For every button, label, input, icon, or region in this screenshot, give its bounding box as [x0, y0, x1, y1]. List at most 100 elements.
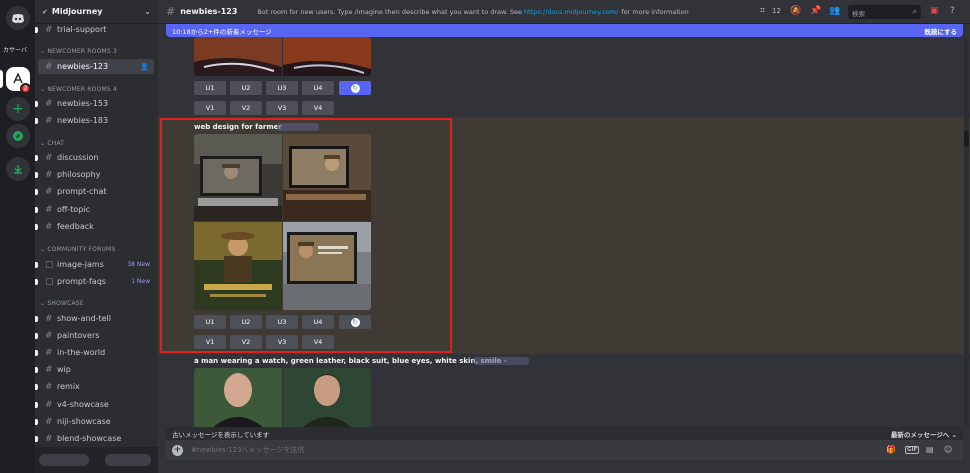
- attach-plus-icon[interactable]: +: [172, 444, 183, 456]
- new-messages-banner[interactable]: 10:18から2+件の新着メッセージ 既読にする: [166, 24, 963, 37]
- hash-icon: #: [45, 186, 53, 197]
- search-icon: ⌕: [912, 7, 917, 16]
- variation-3-button[interactable]: V3: [266, 101, 298, 115]
- blurred-mention: [473, 357, 529, 365]
- blurred-controls[interactable]: [105, 454, 151, 466]
- channel-title: newbies-123: [180, 7, 238, 16]
- unread-pill: [35, 366, 38, 373]
- hash-icon: #: [45, 61, 53, 72]
- unread-pill: [35, 278, 38, 285]
- scrollbar-thumb[interactable]: [964, 131, 969, 147]
- unread-pill: [35, 383, 38, 390]
- members-icon[interactable]: 👥: [829, 6, 840, 16]
- upscale-1-button[interactable]: U1: [194, 81, 226, 95]
- channel-newbies-153[interactable]: # newbies-153: [35, 96, 154, 111]
- hash-icon: #: [45, 152, 53, 163]
- topic-link[interactable]: https://docs.midjourney.com/: [524, 8, 618, 16]
- unread-pill: [35, 418, 38, 425]
- channel-topic[interactable]: Bot room for new users. Type /imagine th…: [257, 8, 522, 16]
- unread-pill: [35, 154, 38, 161]
- user-panel: [35, 447, 158, 473]
- gift-icon[interactable]: 🎁: [886, 445, 896, 454]
- channel-image-jams[interactable]: ▢ image-jams 38 New: [35, 257, 154, 272]
- category-showcase[interactable]: ⌄ SHOWCASE: [40, 300, 84, 307]
- hash-icon: #: [166, 5, 176, 18]
- server-label[interactable]: カサーバ: [3, 45, 27, 54]
- hash-icon: #: [45, 98, 53, 109]
- forum-icon: ▢: [45, 259, 54, 270]
- channel-trial-support[interactable]: # trial-support: [35, 22, 154, 37]
- chevron-down-icon[interactable]: ⌄: [144, 7, 151, 16]
- channel-show-and-tell[interactable]: # show-and-tell: [35, 311, 154, 326]
- new-posts-badge: 1 New: [131, 278, 150, 285]
- threads-icon[interactable]: ⌗: [760, 6, 765, 16]
- unread-pill: [35, 435, 38, 442]
- generated-image-grid-1[interactable]: [194, 37, 371, 76]
- channel-newbies-183[interactable]: # newbies-183: [35, 113, 154, 128]
- channel-wip[interactable]: # wip: [35, 362, 154, 377]
- variation-4-button[interactable]: V4: [302, 101, 334, 115]
- category-newcomer-rooms-4[interactable]: ⌄ NEWCOMER ROOMS 4: [40, 86, 117, 93]
- help-icon[interactable]: ?: [950, 6, 955, 16]
- category-newcomer-rooms-3[interactable]: ⌄ NEWCOMER ROOMS 3: [40, 48, 117, 55]
- composer-placeholder[interactable]: #newbies-123へメッセージを送信: [191, 445, 304, 455]
- message-prompt: a man wearing a watch, green leather, bl…: [194, 357, 507, 365]
- new-messages-text: 10:18から2+件の新着メッセージ: [172, 27, 272, 36]
- channel-discussion[interactable]: # discussion: [35, 150, 154, 165]
- reroll-button[interactable]: ↻: [339, 81, 371, 95]
- forum-icon: ▢: [45, 276, 54, 287]
- channel-prompt-faqs[interactable]: ▢ prompt-faqs 1 New: [35, 274, 154, 289]
- channel-philosophy[interactable]: # philosophy: [35, 167, 154, 182]
- jump-to-latest-button[interactable]: 最新のメッセージへ ⌄: [891, 429, 957, 439]
- red-highlight-frame: [160, 118, 452, 353]
- add-member-icon[interactable]: 👤: [140, 63, 149, 71]
- channel-newbies-123[interactable]: # newbies-123 👤: [38, 59, 154, 74]
- mute-bell-icon[interactable]: 🔕: [790, 6, 801, 16]
- emoji-icon[interactable]: ☺: [944, 445, 952, 454]
- hash-icon: #: [45, 416, 53, 427]
- inbox-icon[interactable]: ▣: [930, 6, 939, 16]
- guild-name: Midjourney: [51, 7, 103, 16]
- hash-icon: #: [45, 313, 53, 324]
- hash-icon: #: [45, 115, 53, 126]
- category-community-forums[interactable]: ⌄ COMMUNITY FORUMS: [40, 246, 115, 253]
- mark-as-read-button[interactable]: 既読にする: [924, 26, 957, 36]
- channel-paintovers[interactable]: # paintovers: [35, 328, 154, 343]
- refresh-icon: ↻: [350, 83, 360, 93]
- channel-niji-showcase[interactable]: # niji-showcase: [35, 414, 154, 429]
- discord-home-icon[interactable]: [6, 6, 30, 30]
- channel-feedback[interactable]: # feedback: [35, 219, 154, 234]
- hash-icon: #: [45, 204, 53, 215]
- generated-image-grid-3[interactable]: [194, 368, 371, 428]
- unread-pill: [35, 171, 38, 178]
- pin-icon[interactable]: 📌: [810, 6, 821, 16]
- blurred-username[interactable]: [39, 454, 89, 466]
- gif-button[interactable]: GIF: [905, 446, 920, 454]
- channel-remix[interactable]: # remix: [35, 379, 154, 394]
- upscale-2-button[interactable]: U2: [230, 81, 262, 95]
- channel-in-the-world[interactable]: # in-the-world: [35, 345, 154, 360]
- sticker-icon[interactable]: ▤: [926, 445, 934, 454]
- add-server-icon[interactable]: +: [6, 97, 30, 121]
- guild-header[interactable]: ✔ Midjourney ⌄: [35, 0, 158, 24]
- channel-prompt-chat[interactable]: # prompt-chat: [35, 184, 154, 199]
- channel-blend-showcase[interactable]: # blend-showcase: [35, 431, 154, 446]
- upscale-4-button[interactable]: U4: [302, 81, 334, 95]
- unread-pill: [35, 206, 38, 213]
- new-posts-badge: 38 New: [127, 261, 150, 268]
- channel-off-topic[interactable]: # off-topic: [35, 202, 154, 217]
- thread-count: 12: [772, 7, 781, 15]
- hash-icon: #: [45, 221, 53, 232]
- unread-pill: [35, 117, 38, 124]
- variation-2-button[interactable]: V2: [230, 101, 262, 115]
- scrollbar-track[interactable]: [964, 38, 969, 428]
- search-input[interactable]: 検索 ⌕: [848, 5, 921, 19]
- explore-icon[interactable]: [6, 124, 30, 148]
- channel-v4-showcase[interactable]: # v4-showcase: [35, 397, 154, 412]
- category-chat[interactable]: ⌄ CHAT: [40, 140, 64, 147]
- unread-pill: [35, 223, 38, 230]
- message-composer[interactable]: + #newbies-123へメッセージを送信: [166, 440, 963, 460]
- upscale-3-button[interactable]: U3: [266, 81, 298, 95]
- download-icon[interactable]: [6, 157, 30, 181]
- variation-1-button[interactable]: V1: [194, 101, 226, 115]
